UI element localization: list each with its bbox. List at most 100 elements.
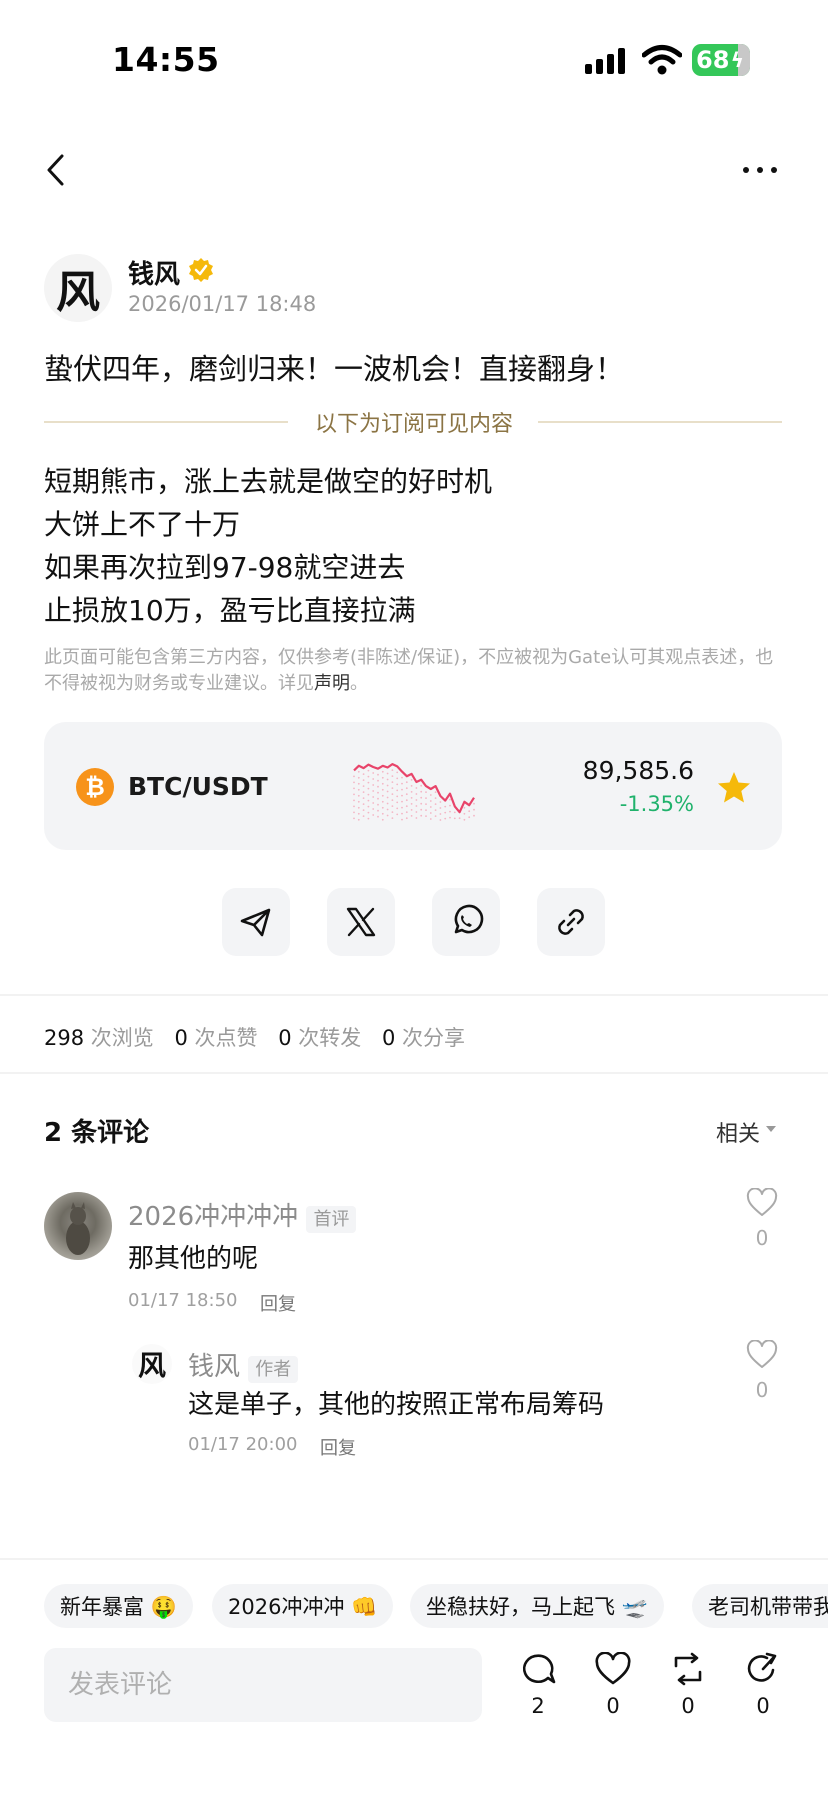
sparkline-fill-dot [357,818,360,821]
views-label: 次浏览 [90,1026,154,1050]
sparkline-fill-dot [463,806,466,809]
comment-icon[interactable] [518,1652,558,1686]
sparkline-fill-dot [353,811,355,814]
sparkline-fill-dot [357,812,360,815]
sparkline-fill-dot [396,783,399,786]
reply-like-icon[interactable] [746,1340,778,1370]
sparkline-fill-dot [415,793,418,795]
sparkline-fill-dot [420,790,423,793]
sparkline-fill-dot [396,807,399,810]
comment-input[interactable]: 发表评论 [44,1648,482,1722]
reply-author-avatar[interactable]: 风 [132,1344,172,1384]
commenter-avatar[interactable] [44,1192,112,1260]
sparkline-fill-dot [372,784,375,786]
sparkline-fill-dot [372,814,375,816]
sparkline-fill-dot [405,799,408,802]
more-options-icon[interactable] [740,152,780,188]
sparkline-fill-dot [372,772,375,774]
shares-label: 次分享 [402,1026,466,1050]
post-line: 大饼上不了十万 [44,508,241,541]
sparkline-fill-dot [410,815,413,817]
sparkline-fill-dot [434,803,437,805]
sparkline-fill-dot [386,808,389,811]
share-whatsapp-button[interactable] [432,888,500,956]
sparkline-fill-dot [439,813,442,815]
sparkline-fill-dot [391,805,394,807]
wifi-icon [642,45,682,75]
first-comment-tag: 首评 [306,1206,357,1233]
sparkline-fill-dot [434,797,437,799]
commenter-name-row: 2026冲冲冲冲 首评 [128,1196,357,1233]
sparkline-fill-dot [353,775,355,778]
sparkline-fill-dot [439,819,442,821]
sparkline-fill-dot [357,800,360,803]
views-count: 298 [44,1026,85,1050]
reply-author-name[interactable]: 钱风 [188,1352,240,1382]
sparkline-fill-dot [429,806,432,808]
sparkline-fill-dot [386,790,389,793]
sparkline-fill-dot [377,779,379,782]
post-stats: 298 次浏览 0 次点赞 0 次转发 0 次分享 [44,1022,479,1052]
verified-badge-icon [189,258,213,282]
comment-like-icon[interactable] [746,1188,778,1218]
sparkline-fill-dot [362,797,365,799]
sparkline-fill-dot [372,778,375,780]
quick-reply-chip[interactable]: 新年暴富 🤑 [44,1584,193,1628]
sparkline-fill-dot [386,796,389,799]
reply-reply-button[interactable]: 回复 [320,1434,356,1460]
sparkline-fill-dot [396,777,399,780]
quick-reply-chip[interactable]: 2026冲冲冲 👊 [212,1584,394,1628]
sparkline-fill-dot [353,817,355,820]
sparkline-fill-dot [405,787,408,790]
like-count: 0 [606,1694,620,1718]
favorite-star-icon[interactable] [716,770,752,806]
author-avatar[interactable]: 风 [44,254,112,322]
status-time: 14:55 [112,40,220,79]
share-telegram-button[interactable] [222,888,290,956]
sparkline-fill-dot [401,812,403,815]
sparkline-fill-dot [372,796,375,798]
quick-reply-chip[interactable]: 坐稳扶好，马上起飞 🛫 [410,1584,664,1628]
sparkline-line [353,763,475,814]
comment-text: 那其他的呢 [128,1244,259,1274]
share-icon[interactable] [743,1652,783,1686]
back-icon[interactable] [44,152,68,188]
sparkline-fill-dot [434,791,437,793]
reply-text: 这是单子，其他的按照正常布局筹码 [188,1390,605,1420]
repost-count: 0 [681,1694,695,1718]
reply-like-count: 0 [755,1378,769,1402]
sparkline-fill-dot [405,781,408,784]
sparkline-fill-dot [401,800,403,803]
copy-link-button[interactable] [537,888,605,956]
sparkline-fill-dot [420,814,423,817]
disclaimer-link[interactable]: 声明 [314,673,350,694]
sparkline-fill-dot [473,802,475,805]
sparkline-fill-dot [367,793,370,796]
quick-reply-chip[interactable]: 老司机带带我 [692,1584,828,1628]
caret-down-icon[interactable] [764,1124,778,1134]
sparkline-fill-dot [353,781,355,784]
sparkline-fill-dot [401,794,403,797]
sparkline-fill-dot [401,818,403,821]
sparkline-fill-dot [410,803,413,805]
sparkline-fill-dot [377,809,379,812]
likes-count: 0 [174,1026,188,1050]
sort-dropdown[interactable]: 相关 [716,1116,760,1148]
like-icon[interactable] [593,1652,633,1686]
sparkline-fill-dot [377,785,379,788]
sparkline-fill-dot [362,779,365,781]
repost-icon[interactable] [668,1652,708,1686]
commenter-name[interactable]: 2026冲冲冲冲 [128,1202,298,1232]
share-x-button[interactable] [327,888,395,956]
sparkline-fill-dot [381,770,384,773]
comment-reply-button[interactable]: 回复 [260,1290,296,1316]
sparkline-fill-dot [396,795,399,798]
comment-count: 2 [531,1694,545,1718]
sparkline-fill-dot [405,817,408,820]
sparkline-fill-dot [439,801,442,803]
sparkline-fill-dot [357,776,360,779]
author-name[interactable]: 钱风 [128,254,180,291]
sparkline-fill-dot [415,787,418,789]
sparkline-fill-dot [381,818,384,821]
reply-time: 01/17 20:00 [188,1434,298,1455]
